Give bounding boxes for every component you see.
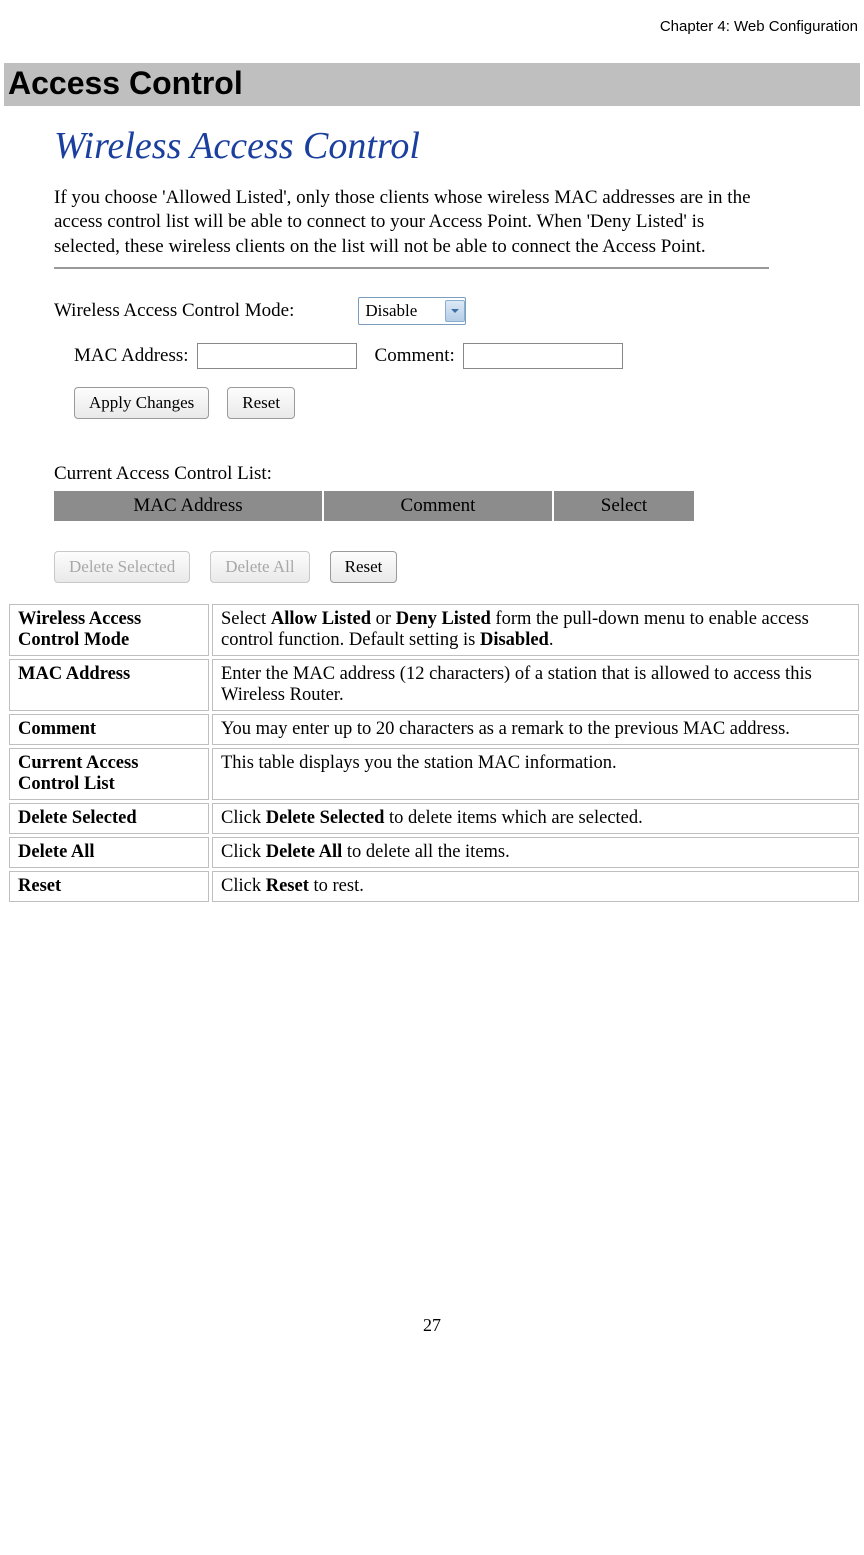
comment-input[interactable] [463, 343, 623, 369]
row-label: Wireless Access Control Mode [9, 604, 209, 656]
screenshot-description: If you choose 'Allowed Listed', only tho… [54, 186, 764, 259]
table-row: Reset Click Reset to rest. [9, 871, 859, 902]
table-header-mac: MAC Address [54, 491, 324, 521]
mode-select-value: Disable [365, 301, 417, 321]
row-value: Click Delete Selected to delete items wh… [212, 803, 859, 834]
table-row: Current Access Control List This table d… [9, 748, 859, 800]
mode-select[interactable]: Disable [358, 297, 466, 325]
table-header-select: Select [554, 491, 694, 521]
row-label: MAC Address [9, 659, 209, 711]
table-row: Delete Selected Click Delete Selected to… [9, 803, 859, 834]
table-row: Wireless Access Control Mode Select Allo… [9, 604, 859, 656]
screenshot-panel: Wireless Access Control If you choose 'A… [54, 124, 814, 583]
row-value: Click Reset to rest. [212, 871, 859, 902]
row-value: Enter the MAC address (12 characters) of… [212, 659, 859, 711]
row-label: Delete All [9, 837, 209, 868]
delete-all-button[interactable]: Delete All [210, 551, 309, 583]
description-table: Wireless Access Control Mode Select Allo… [6, 601, 862, 905]
screenshot-title: Wireless Access Control [54, 124, 814, 168]
reset-button[interactable]: Reset [227, 387, 295, 419]
page-number: 27 [4, 1315, 860, 1346]
comment-label: Comment: [375, 345, 455, 367]
row-label: Current Access Control List [9, 748, 209, 800]
chapter-header: Chapter 4: Web Configuration [4, 10, 860, 35]
table-row: Delete All Click Delete All to delete al… [9, 837, 859, 868]
mac-label: MAC Address: [74, 345, 189, 367]
row-value: You may enter up to 20 characters as a r… [212, 714, 859, 745]
table-row: Comment You may enter up to 20 character… [9, 714, 859, 745]
divider [54, 267, 769, 269]
reset-list-button[interactable]: Reset [330, 551, 398, 583]
row-value: Select Allow Listed or Deny Listed form … [212, 604, 859, 656]
row-value: This table displays you the station MAC … [212, 748, 859, 800]
apply-changes-button[interactable]: Apply Changes [74, 387, 209, 419]
access-list-table: MAC Address Comment Select [54, 491, 694, 521]
delete-selected-button[interactable]: Delete Selected [54, 551, 190, 583]
row-label: Delete Selected [9, 803, 209, 834]
mac-input[interactable] [197, 343, 357, 369]
list-label: Current Access Control List: [54, 463, 814, 485]
row-value: Click Delete All to delete all the items… [212, 837, 859, 868]
chevron-down-icon[interactable] [445, 300, 465, 322]
mode-row: Wireless Access Control Mode: Disable [54, 297, 814, 325]
row-label: Comment [9, 714, 209, 745]
mode-label: Wireless Access Control Mode: [54, 300, 294, 322]
table-row: MAC Address Enter the MAC address (12 ch… [9, 659, 859, 711]
mac-row: MAC Address: Comment: [74, 343, 814, 369]
row-label: Reset [9, 871, 209, 902]
section-title: Access Control [4, 63, 860, 106]
table-header-comment: Comment [324, 491, 554, 521]
